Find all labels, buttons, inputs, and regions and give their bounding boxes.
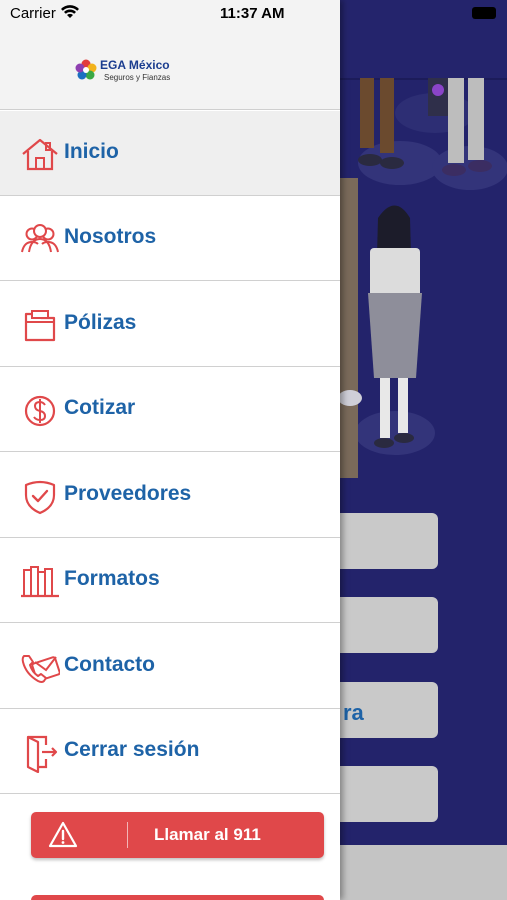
background-illustration bbox=[340, 78, 507, 478]
menu-item-label: Formatos bbox=[64, 567, 160, 590]
dollar-icon bbox=[24, 395, 56, 427]
phone-mail-icon bbox=[21, 655, 60, 683]
button-divider bbox=[127, 822, 128, 848]
menu-item-label: Nosotros bbox=[64, 225, 157, 248]
secondary-red-button[interactable] bbox=[31, 895, 324, 900]
menu-item-formatos[interactable]: Formatos bbox=[0, 538, 340, 623]
books-icon bbox=[21, 566, 59, 598]
logout-icon bbox=[26, 735, 58, 773]
status-bar: Carrier 11:37 AM bbox=[0, 0, 507, 26]
logo-flower-icon bbox=[75, 59, 97, 80]
home-icon bbox=[22, 138, 58, 171]
menu-item-label: Pólizas bbox=[64, 311, 137, 334]
call-911-label: Llamar al 911 bbox=[154, 825, 261, 844]
shield-check-icon bbox=[24, 480, 56, 515]
warning-icon bbox=[48, 821, 78, 848]
people-icon bbox=[21, 224, 59, 253]
menu-item-label: Proveedores bbox=[64, 482, 192, 505]
background-bottom-bar bbox=[340, 845, 507, 900]
menu-item-cerrar-sesion[interactable]: Cerrar sesión bbox=[0, 709, 340, 794]
call-911-button[interactable]: Llamar al 911 bbox=[31, 812, 324, 858]
menu-item-label: Cotizar bbox=[64, 396, 136, 419]
menu-item-inicio[interactable]: Inicio bbox=[0, 111, 340, 196]
menu-item-polizas[interactable]: Pólizas bbox=[0, 282, 340, 367]
menu-item-label: Contacto bbox=[64, 653, 155, 676]
menu-item-label: Inicio bbox=[64, 140, 119, 163]
background-button-partial-text: ra bbox=[343, 700, 364, 725]
wifi-icon bbox=[61, 5, 79, 18]
menu-item-label: Cerrar sesión bbox=[64, 738, 200, 761]
carrier-label: Carrier bbox=[10, 5, 56, 22]
battery-icon bbox=[472, 7, 496, 19]
logo-tagline: Seguros y Fianzas bbox=[104, 73, 171, 82]
menu-item-nosotros[interactable]: Nosotros bbox=[0, 196, 340, 281]
menu-item-proveedores[interactable]: Proveedores bbox=[0, 453, 340, 538]
menu-item-cotizar[interactable]: Cotizar bbox=[0, 367, 340, 452]
menu-item-contacto[interactable]: Contacto bbox=[0, 624, 340, 709]
side-drawer: EGA México Seguros y Fianzas Inicio Noso… bbox=[0, 0, 340, 900]
clock: 11:37 AM bbox=[220, 5, 285, 22]
logo-brand: EGA México bbox=[100, 58, 170, 72]
company-logo: EGA México Seguros y Fianzas bbox=[74, 56, 194, 86]
folder-icon bbox=[24, 310, 56, 342]
